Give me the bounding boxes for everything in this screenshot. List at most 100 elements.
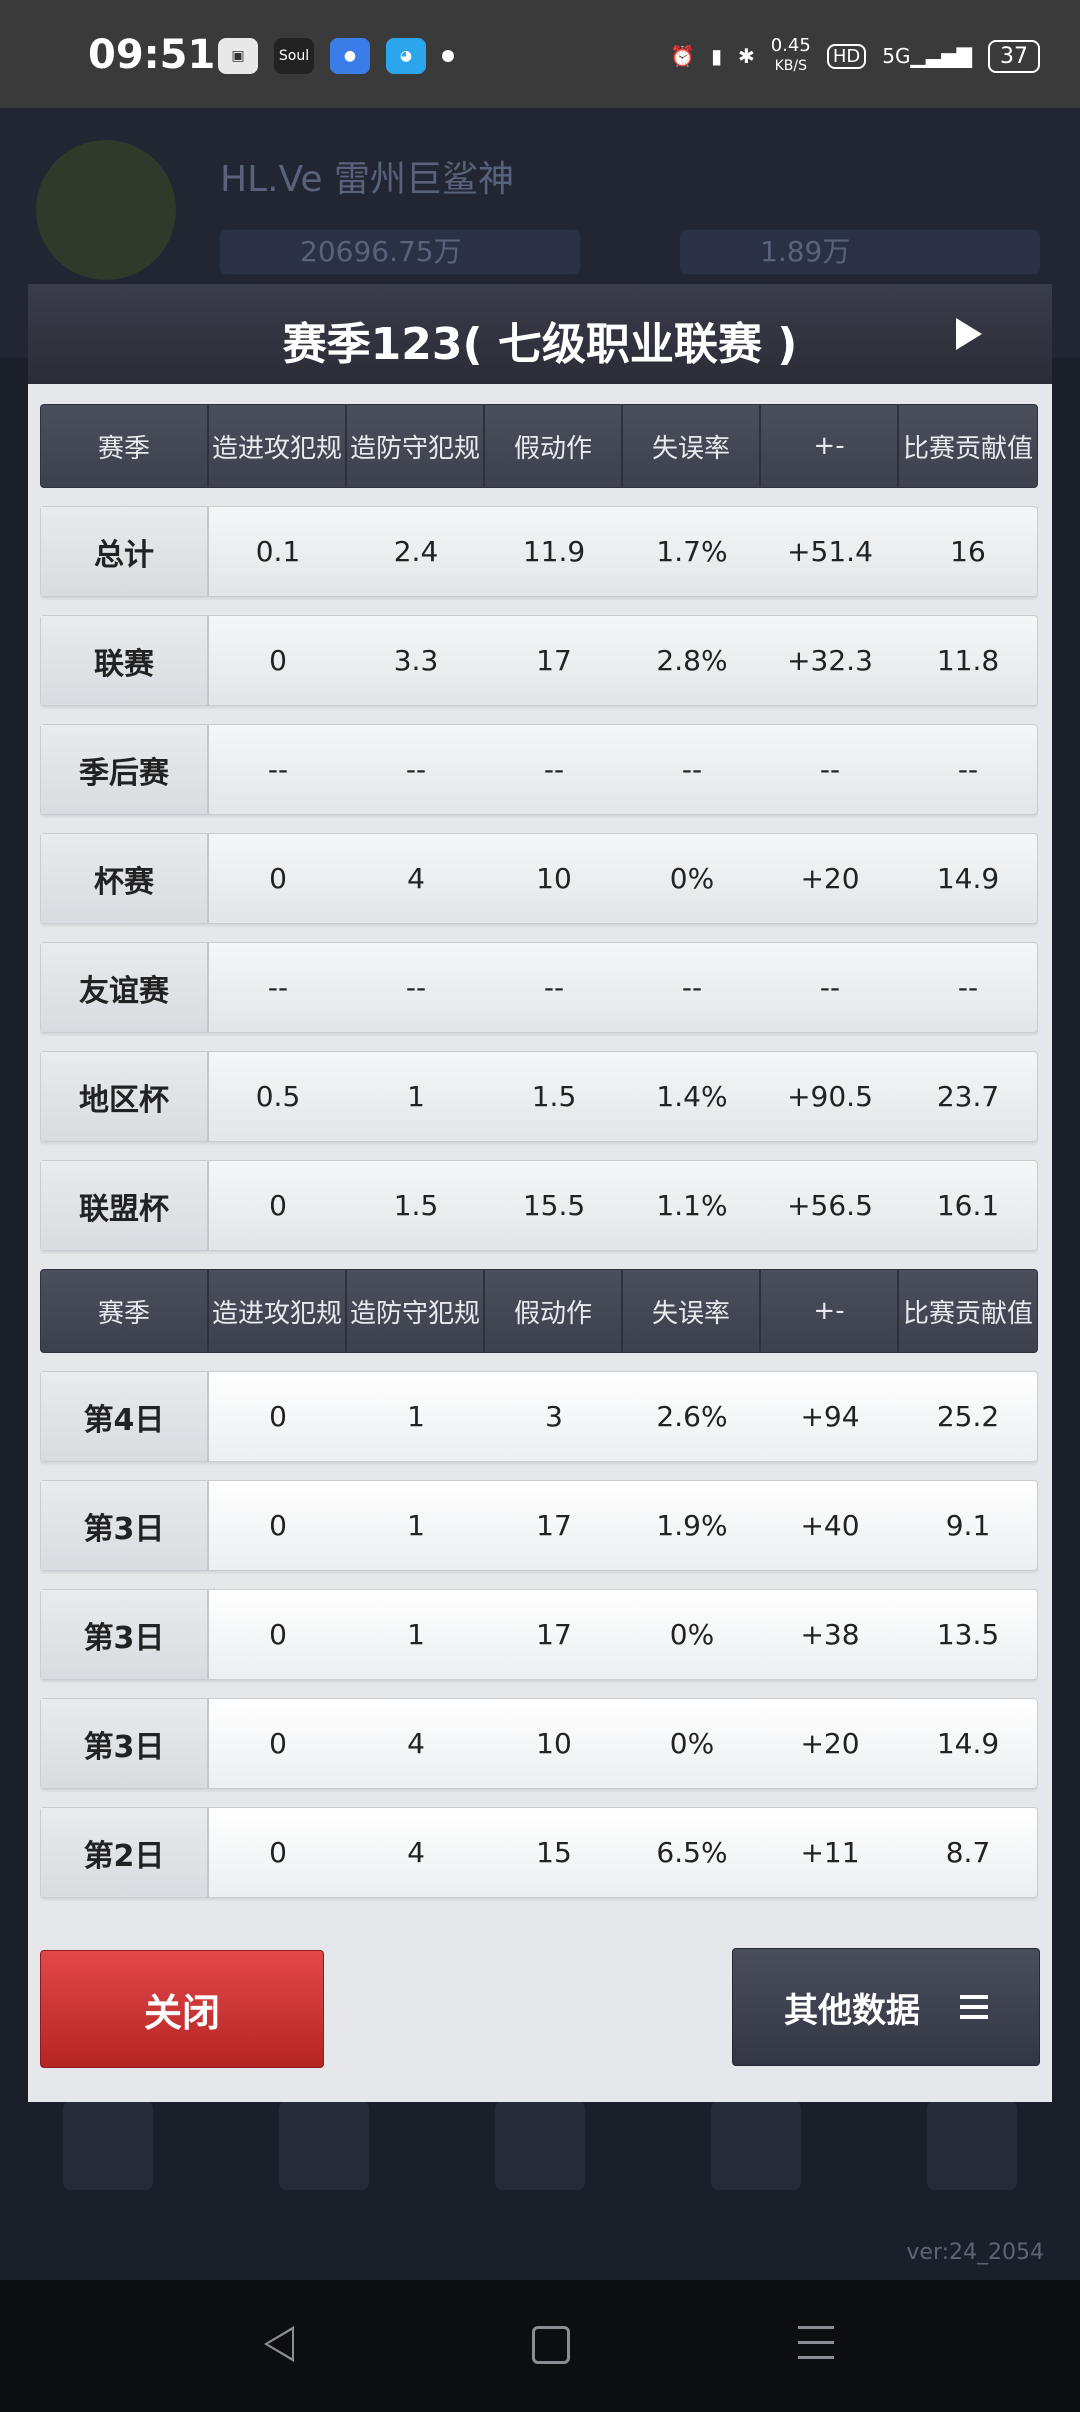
team-logo bbox=[36, 140, 176, 280]
header-cell: 赛季 bbox=[41, 1270, 209, 1352]
table-row[interactable]: 季后赛 -- -- -- -- -- -- bbox=[40, 724, 1038, 815]
stat-cell: 14.9 bbox=[936, 862, 1000, 895]
version-label: ver:24_2054 bbox=[906, 2240, 1044, 2265]
table-row[interactable]: 友谊赛 -- -- -- -- -- -- bbox=[40, 942, 1038, 1033]
table-row[interactable]: 杯赛 0 4 10 0% +20 14.9 bbox=[40, 833, 1038, 924]
row-label: 总计 bbox=[41, 507, 209, 596]
header-cell: 失误率 bbox=[623, 1270, 761, 1352]
table-row[interactable]: 联盟杯 0 1.5 15.5 1.1% +56.5 16.1 bbox=[40, 1160, 1038, 1251]
nav-icon bbox=[63, 2100, 153, 2190]
stat-cell: 9.1 bbox=[945, 1509, 991, 1542]
header-cell: 假动作 bbox=[485, 405, 623, 487]
row-label: 联盟杯 bbox=[41, 1161, 209, 1250]
nav-icon bbox=[495, 2100, 585, 2190]
table-row[interactable]: 联赛 0 3.3 17 2.8% +32.3 11.8 bbox=[40, 615, 1038, 706]
more-dot-icon bbox=[442, 50, 454, 62]
header-cell: +- bbox=[761, 405, 899, 487]
hd-icon: HD bbox=[826, 43, 867, 69]
stat-cell: 15.5 bbox=[522, 1189, 586, 1222]
stat-cell: 0 bbox=[269, 862, 287, 895]
stat-cell: +38 bbox=[800, 1618, 860, 1651]
table-row[interactable]: 第3日 0 1 17 1.9% +40 9.1 bbox=[40, 1480, 1038, 1571]
vibrate-icon: ▮ bbox=[710, 44, 722, 68]
stat-cell: -- bbox=[819, 971, 841, 1004]
battery-icon: 37 bbox=[988, 39, 1040, 73]
close-button[interactable]: 关闭 bbox=[40, 1950, 324, 2068]
stat-cell: -- bbox=[681, 971, 703, 1004]
stat-cell: 1.9% bbox=[656, 1509, 728, 1542]
stat-cell: 1.7% bbox=[656, 535, 728, 568]
stat-cell: +51.4 bbox=[787, 535, 873, 568]
stat-cell: +32.3 bbox=[787, 644, 873, 677]
stat-cell: 16.1 bbox=[936, 1189, 1000, 1222]
bluetooth-icon: ✱ bbox=[737, 44, 755, 68]
stat-cell: 0 bbox=[269, 1727, 287, 1760]
stat-cell: 23.7 bbox=[936, 1080, 1000, 1113]
stat-cell: 17 bbox=[536, 1509, 572, 1542]
dialog-footer: 关闭 其他数据 bbox=[28, 1932, 1052, 2102]
stat-cell: 0% bbox=[669, 862, 715, 895]
table-row[interactable]: 地区杯 0.5 1 1.5 1.4% +90.5 23.7 bbox=[40, 1051, 1038, 1142]
recent-apps-icon[interactable] bbox=[798, 2326, 834, 2371]
status-bar: 09:51 ▣ Soul ● ◕ ⏰ ▮ ✱ 0.45 KB/S HD 5G▁▃… bbox=[0, 0, 1080, 108]
stat-cell: -- bbox=[543, 753, 565, 786]
stat-cell: +94 bbox=[800, 1400, 860, 1433]
table-row[interactable]: 总计 0.1 2.4 11.9 1.7% +51.4 16 bbox=[40, 506, 1038, 597]
stat-cell: 2.6% bbox=[656, 1400, 728, 1433]
table-row[interactable]: 第2日 0 4 15 6.5% +11 8.7 bbox=[40, 1807, 1038, 1898]
stat-cell: 6.5% bbox=[656, 1836, 728, 1869]
soul-app-icon: Soul bbox=[274, 38, 314, 74]
stat-cell: 1.5 bbox=[393, 1189, 439, 1222]
stat-cell: 2.4 bbox=[393, 535, 439, 568]
header-cell: 比赛贡献值 bbox=[902, 1298, 1033, 1329]
stat-cell: 0 bbox=[269, 644, 287, 677]
stat-cell: 8.7 bbox=[945, 1836, 991, 1869]
dialog-title: 赛季123( 七级职业联赛 ) bbox=[282, 319, 798, 370]
table-row[interactable]: 第4日 0 1 3 2.6% +94 25.2 bbox=[40, 1371, 1038, 1462]
stat-cell: 10 bbox=[536, 1727, 572, 1760]
header-cell: 失误率 bbox=[623, 405, 761, 487]
table-header: 赛季 造进攻犯规 造防守犯规 假动作 失误率 +- 比赛贡献值 bbox=[40, 404, 1038, 488]
stat-cell: +20 bbox=[800, 1727, 860, 1760]
stat-cell: 1 bbox=[407, 1400, 425, 1433]
stat-cell: 1.5 bbox=[531, 1080, 577, 1113]
stat-cell: 0.5 bbox=[255, 1080, 301, 1113]
back-icon[interactable] bbox=[264, 2326, 294, 2362]
stat-cell: 1 bbox=[407, 1618, 425, 1651]
stat-cell: 4 bbox=[407, 1836, 425, 1869]
stat-cell: +11 bbox=[800, 1836, 860, 1869]
baidu-app-icon: ● bbox=[330, 38, 370, 74]
header-cell: 造进攻犯规 bbox=[209, 1270, 347, 1352]
stat-cell: -- bbox=[957, 753, 979, 786]
stat-cell: 15 bbox=[536, 1836, 572, 1869]
table-row[interactable]: 第3日 0 4 10 0% +20 14.9 bbox=[40, 1698, 1038, 1789]
row-label: 第3日 bbox=[41, 1481, 209, 1570]
qq-app-icon: ◕ bbox=[386, 38, 426, 74]
stat-cell: 0.1 bbox=[255, 535, 301, 568]
stat-cell: 0 bbox=[269, 1400, 287, 1433]
table-row[interactable]: 第3日 0 1 17 0% +38 13.5 bbox=[40, 1589, 1038, 1680]
stat-cell: 0% bbox=[669, 1618, 715, 1651]
row-label: 地区杯 bbox=[41, 1052, 209, 1141]
stat-cell: 3 bbox=[545, 1400, 563, 1433]
stat-cell: -- bbox=[681, 753, 703, 786]
next-season-play-icon[interactable] bbox=[956, 318, 982, 350]
other-data-button[interactable]: 其他数据 bbox=[732, 1948, 1040, 2066]
stat-cell: -- bbox=[957, 971, 979, 1004]
dialog-header: 赛季123( 七级职业联赛 ) bbox=[28, 284, 1052, 384]
stat-cell: 14.9 bbox=[936, 1727, 1000, 1760]
stat-cell: 0 bbox=[269, 1189, 287, 1222]
signal-icon: 5G▁▃▅▇ bbox=[882, 44, 972, 68]
home-icon[interactable] bbox=[532, 2326, 570, 2364]
stat-cell: 13.5 bbox=[936, 1618, 1000, 1651]
header-cell: +- bbox=[761, 1270, 899, 1352]
stat-cell: 2.8% bbox=[656, 644, 728, 677]
stat-cell: -- bbox=[819, 753, 841, 786]
menu-icon bbox=[960, 1989, 988, 2025]
stat-cell: 16 bbox=[950, 535, 986, 568]
stats-table[interactable]: 赛季 造进攻犯规 造防守犯规 假动作 失误率 +- 比赛贡献值 总计 0.1 2.4… bbox=[40, 404, 1038, 1914]
header-cell: 赛季 bbox=[41, 405, 209, 487]
header-cell: 比赛贡献值 bbox=[902, 433, 1033, 464]
stat-cell: -- bbox=[405, 753, 427, 786]
status-right: ⏰ ▮ ✱ 0.45 KB/S HD 5G▁▃▅▇ 37 bbox=[670, 36, 1040, 76]
